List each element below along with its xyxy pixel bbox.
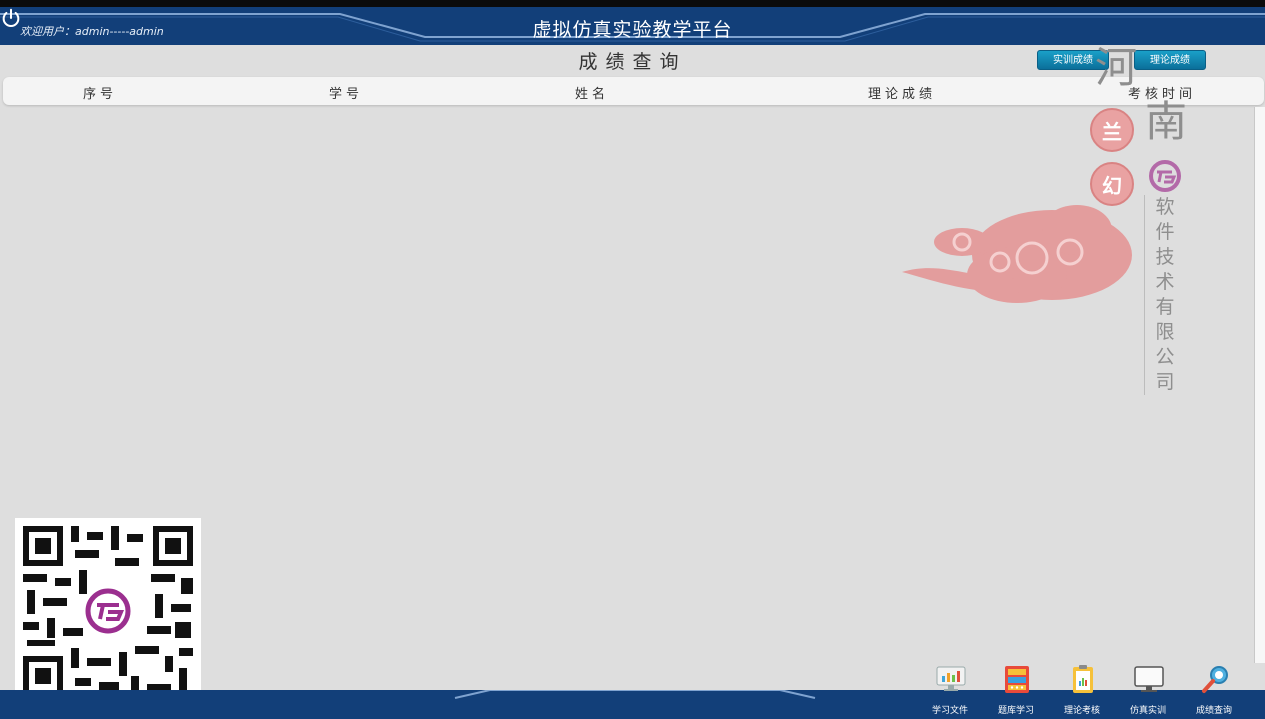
theory-exam-icon: [1073, 665, 1093, 693]
table-header: 序号 学号 姓名 理论成绩 考核时间: [3, 77, 1264, 105]
app-title: 虚拟仿真实验教学平台: [532, 19, 733, 41]
nav-label: 成绩查询: [1195, 706, 1232, 716]
seal-stamp: 兰: [1090, 108, 1134, 152]
nav-label: 仿真实训: [1129, 706, 1166, 716]
nav-question-bank[interactable]: 题库学习: [986, 660, 1046, 718]
nav-score-query[interactable]: 成绩查询: [1184, 660, 1244, 718]
question-bank-icon: [1005, 666, 1029, 693]
simulation-training-icon: [1134, 666, 1164, 692]
nav-theory-exam[interactable]: 理论考核: [1052, 660, 1112, 718]
column-header-name: 姓名: [575, 87, 610, 102]
watermark-divider: [1144, 195, 1145, 395]
score-query-icon: [1202, 666, 1228, 693]
company-logo-icon: [1149, 160, 1181, 192]
table-scrollbar[interactable]: [1254, 107, 1265, 663]
study-files-icon: [936, 666, 966, 691]
top-strip: [0, 0, 1265, 7]
nav-label: 题库学习: [997, 706, 1034, 716]
power-icon[interactable]: [0, 7, 22, 29]
column-header-student-id: 学号: [329, 87, 364, 102]
nav-study-files[interactable]: 学习文件: [920, 660, 980, 718]
cloud-decoration: [902, 205, 1132, 303]
nav-label: 学习文件: [931, 706, 968, 716]
qr-code: [15, 518, 201, 704]
nav-simulation-training[interactable]: 仿真实训: [1118, 660, 1178, 718]
company-name: 软 件 技 术 有 限 公 司: [1155, 196, 1175, 393]
watermark-char: 南: [1145, 97, 1188, 146]
column-header-index: 序号: [83, 87, 118, 102]
theory-score-button[interactable]: 理论成绩: [1134, 50, 1206, 70]
column-header-theory-score: 理论成绩: [868, 87, 937, 102]
header-bar: 欢迎用户：admin-----admin 虚拟仿真实验教学平台: [0, 7, 1265, 45]
qr-code-image: [23, 526, 193, 696]
nav-label: 理论考核: [1063, 706, 1100, 716]
watermark-char: 河: [1095, 43, 1138, 92]
